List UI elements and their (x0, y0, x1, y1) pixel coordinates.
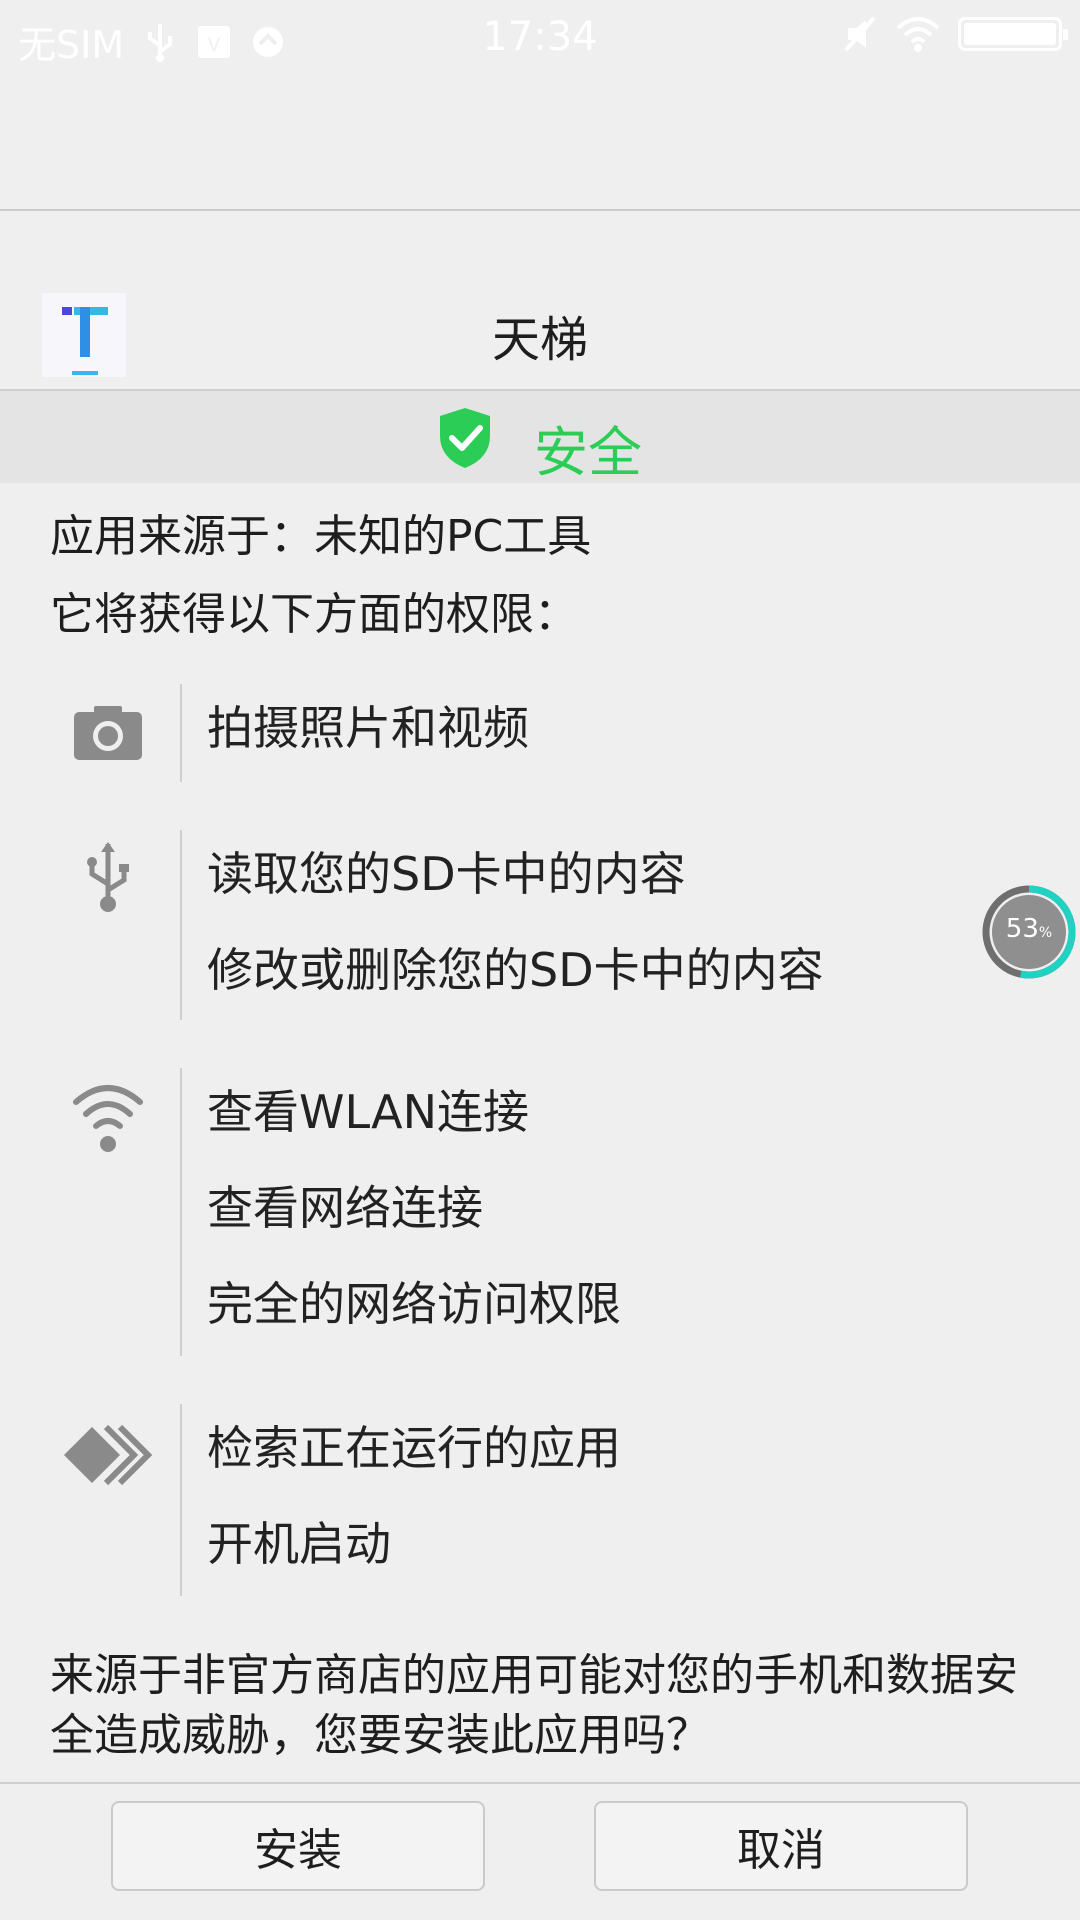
mute-icon (844, 16, 876, 52)
permission-item: 开机启动 (207, 1517, 391, 1571)
apps-running-icon (50, 1422, 166, 1488)
wifi-status-icon (896, 17, 940, 52)
group-divider (180, 830, 182, 1020)
permission-item: 查看网络连接 (207, 1181, 483, 1235)
permission-item: 拍摄照片和视频 (207, 701, 529, 755)
bottom-action-bar: 安装 取消 (0, 1782, 1080, 1920)
security-status-band: 安全 (0, 389, 1080, 484)
group-divider (180, 684, 182, 782)
app-header: 天梯 (0, 290, 1080, 390)
permission-items: 查看WLAN连接 查看网络连接 完全的网络访问权限 (207, 1076, 621, 1364)
group-divider (180, 1404, 182, 1596)
floating-memory-ball[interactable]: 53% (979, 882, 1079, 982)
permissions-heading: 它将获得以下方面的权限： (50, 589, 578, 640)
permission-item: 检索正在运行的应用 (207, 1421, 621, 1475)
permission-group-network: 查看WLAN连接 查看网络连接 完全的网络访问权限 (0, 1068, 1080, 1356)
memory-percent: 53% (1005, 914, 1053, 944)
status-bar: 无SIM V 17:34 (0, 0, 1080, 76)
app-name: 天梯 (491, 312, 588, 368)
group-divider (180, 1068, 182, 1356)
permission-item: 查看WLAN连接 (207, 1085, 530, 1139)
permission-item: 修改或删除您的SD卡中的内容 (207, 943, 824, 997)
cancel-button[interactable]: 取消 (594, 1801, 968, 1891)
install-button[interactable]: 安装 (111, 1801, 485, 1891)
battery-icon (958, 17, 1068, 51)
status-bar-right (842, 14, 1068, 54)
permission-items: 拍摄照片和视频 (207, 692, 529, 788)
app-source-text: 应用来源于：未知的PC工具 (50, 511, 592, 562)
permission-item: 读取您的SD卡中的内容 (207, 847, 686, 901)
top-divider (0, 209, 1080, 211)
camera-icon (50, 706, 166, 762)
wifi-icon (50, 1080, 166, 1154)
permission-items: 读取您的SD卡中的内容 修改或删除您的SD卡中的内容 (207, 838, 824, 1030)
security-label: 安全 (534, 421, 642, 484)
permission-group-storage: 读取您的SD卡中的内容 修改或删除您的SD卡中的内容 (0, 830, 1080, 1020)
permission-group-camera: 拍摄照片和视频 (0, 684, 1080, 782)
permission-items: 检索正在运行的应用 开机启动 (207, 1412, 621, 1604)
permission-group-apps: 检索正在运行的应用 开机启动 (0, 1404, 1080, 1596)
install-warning-text: 来源于非官方商店的应用可能对您的手机和数据安全造成威胁，您要安装此应用吗？ (50, 1650, 1018, 1761)
usb-icon (50, 840, 166, 914)
shield-check-icon (440, 408, 490, 468)
permission-item: 完全的网络访问权限 (207, 1277, 621, 1331)
